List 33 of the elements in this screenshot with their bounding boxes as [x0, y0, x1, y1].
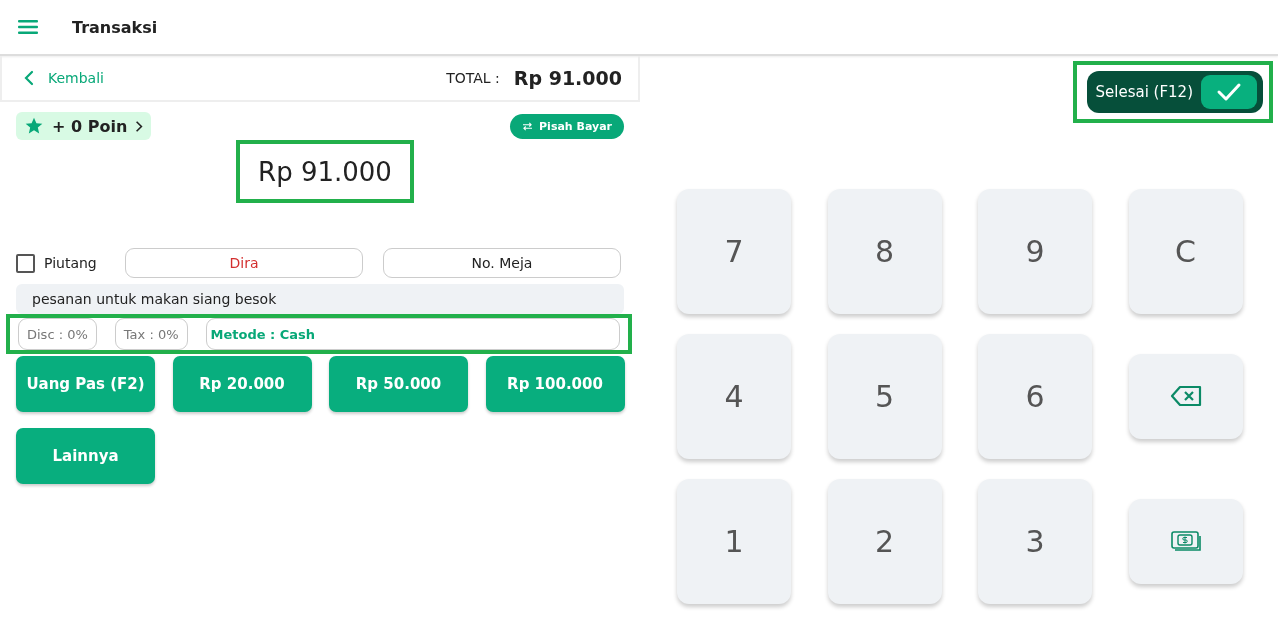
- digit-key[interactable]: 2: [827, 479, 942, 604]
- debt-checkbox[interactable]: Piutang: [16, 253, 125, 273]
- digit-key[interactable]: 3: [978, 479, 1092, 604]
- page-title: Transaksi: [72, 17, 158, 37]
- total-value: Rp 91.000: [513, 67, 622, 89]
- digit-key[interactable]: 8: [827, 189, 942, 314]
- digit-key[interactable]: 4: [677, 334, 791, 459]
- amount-display: Rp 91.000: [258, 156, 392, 187]
- menu-icon[interactable]: [18, 19, 38, 35]
- finish-button[interactable]: Selesai (F12): [1087, 71, 1263, 113]
- points-button[interactable]: + 0 Poin: [16, 112, 152, 140]
- digit-key[interactable]: 5: [827, 334, 942, 459]
- back-chevron-icon: [24, 70, 34, 86]
- swap-icon: [522, 121, 534, 131]
- table-number-field[interactable]: No. Meja: [383, 248, 621, 278]
- discount-button[interactable]: Disc : 0%: [18, 318, 97, 350]
- banknote-icon: [1169, 530, 1202, 552]
- backspace-icon: [1169, 385, 1202, 407]
- note-field[interactable]: pesanan untuk makan siang besok: [16, 284, 624, 314]
- tax-button[interactable]: Tax : 0%: [114, 318, 188, 350]
- total-label: TOTAL :: [446, 70, 500, 86]
- cash-key[interactable]: [1128, 499, 1243, 584]
- digit-key[interactable]: 6: [978, 334, 1092, 459]
- star-icon: [24, 116, 44, 136]
- digit-key[interactable]: 9: [978, 189, 1092, 314]
- backspace-key[interactable]: [1128, 354, 1243, 439]
- customer-button[interactable]: Dira: [125, 248, 363, 278]
- checkbox[interactable]: [16, 253, 35, 273]
- digit-key[interactable]: 7: [677, 189, 791, 314]
- digit-key[interactable]: 1: [677, 479, 791, 604]
- chevron-icon: [135, 119, 144, 133]
- clear-key[interactable]: C: [1128, 189, 1243, 314]
- check-icon: [1201, 75, 1257, 109]
